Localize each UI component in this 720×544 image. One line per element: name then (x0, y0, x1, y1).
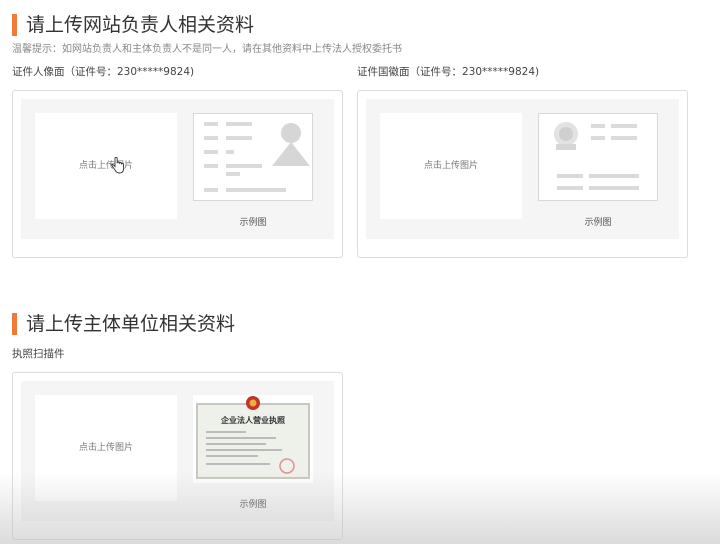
hand-cursor-icon (111, 157, 124, 174)
emblem-upload-text: 点击上传图片 (423, 161, 478, 171)
license-document: 企业法人营业执照 (196, 403, 310, 479)
section-title-website-owner: 请上传网站负责人相关资料 (12, 14, 254, 36)
emblem-upload-card: 点击上传图片 示例图 (357, 90, 688, 258)
emblem-sample-image (538, 113, 658, 201)
license-sample-caption: 示例图 (239, 500, 267, 510)
portrait-upload-button[interactable]: 点击上传图片 (35, 113, 177, 219)
portrait-side-label: 证件人像面（证件号：230*****9824) (12, 66, 195, 78)
red-stamp-icon (279, 458, 295, 474)
portrait-card-panel: 点击上传图片 示例图 (21, 99, 334, 239)
emblem-sample-caption: 示例图 (584, 218, 612, 228)
section-title-entity: 请上传主体单位相关资料 (12, 313, 235, 335)
license-sample-image: 企业法人营业执照 (193, 395, 313, 483)
license-card-panel: 点击上传图片 企业法人营业执照 示例图 (21, 381, 334, 521)
license-label: 执照扫描件 (12, 348, 65, 360)
portrait-upload-text: 点击上传图片 (78, 161, 133, 171)
national-emblem-icon (246, 396, 260, 410)
portrait-upload-card: 点击上传图片 示例图 (12, 90, 343, 258)
person-silhouette-icon (272, 123, 310, 166)
hint-text: 温馨提示：如网站负责人和主体负责人不是同一人，请在其他资料中上传法人授权委托书 (12, 44, 402, 55)
license-upload-button[interactable]: 点击上传图片 (35, 395, 177, 501)
license-upload-card: 点击上传图片 企业法人营业执照 示例图 (12, 372, 343, 540)
license-heading: 企业法人营业执照 (221, 416, 285, 425)
emblem-side-label: 证件国徽面（证件号：230*****9824) (357, 66, 540, 78)
portrait-sample-image (193, 113, 313, 201)
license-upload-text: 点击上传图片 (78, 443, 133, 453)
emblem-card-panel: 点击上传图片 示例图 (366, 99, 679, 239)
emblem-upload-button[interactable]: 点击上传图片 (380, 113, 522, 219)
national-emblem-icon (554, 122, 578, 150)
portrait-sample-caption: 示例图 (239, 218, 267, 228)
